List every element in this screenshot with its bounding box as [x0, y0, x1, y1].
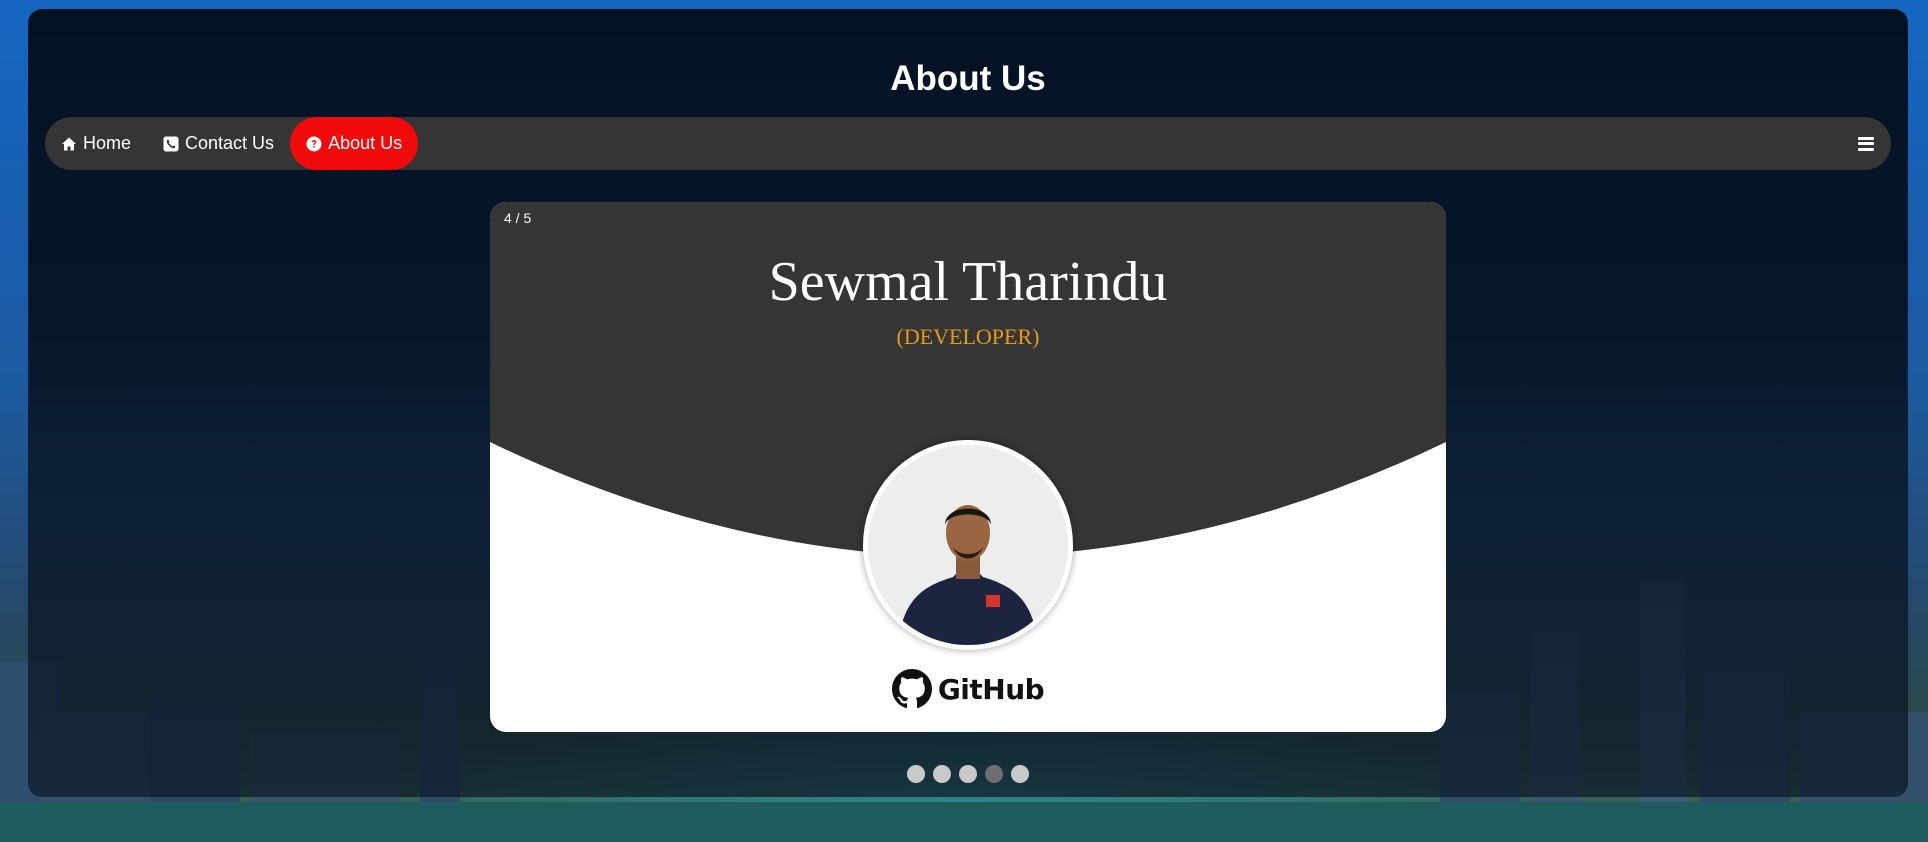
navbar: Home Contact Us About Us [45, 117, 1891, 170]
team-member-card: 4 / 5 Sewmal Tharindu (DEVELOPER) GitHub [490, 202, 1446, 732]
slide-dot-5[interactable] [1011, 765, 1029, 783]
github-icon [891, 669, 932, 709]
slide-counter: 4 / 5 [504, 210, 532, 226]
slide-dot-2[interactable] [933, 765, 951, 783]
main-panel: About Us Home Contact Us About Us 4 / 5 … [28, 9, 1908, 797]
slide-dot-4[interactable] [985, 765, 1003, 783]
question-circle-icon [306, 136, 322, 151]
member-photo [863, 440, 1073, 650]
phone-icon [163, 136, 179, 151]
member-role: (DEVELOPER) [896, 324, 1040, 349]
slide-dot-3[interactable] [959, 765, 977, 783]
nav-item-label: Contact Us [185, 133, 275, 153]
page-title: About Us [890, 59, 1046, 98]
person-photo-icon [868, 445, 1068, 645]
github-link[interactable]: GitHub [490, 669, 1446, 709]
nav-item-contact[interactable]: Contact Us [147, 117, 290, 170]
slider-pagination [28, 765, 1908, 783]
home-icon [62, 137, 76, 150]
hamburger-menu-icon[interactable] [1858, 136, 1874, 151]
nav-item-home[interactable]: Home [45, 117, 147, 170]
member-name: Sewmal Tharindu [768, 251, 1168, 313]
github-label: GitHub [937, 672, 1045, 706]
nav-item-about[interactable]: About Us [290, 117, 419, 170]
nav-item-label: About Us [328, 133, 403, 153]
slide-dot-1[interactable] [907, 765, 925, 783]
nav-item-label: Home [83, 133, 132, 153]
